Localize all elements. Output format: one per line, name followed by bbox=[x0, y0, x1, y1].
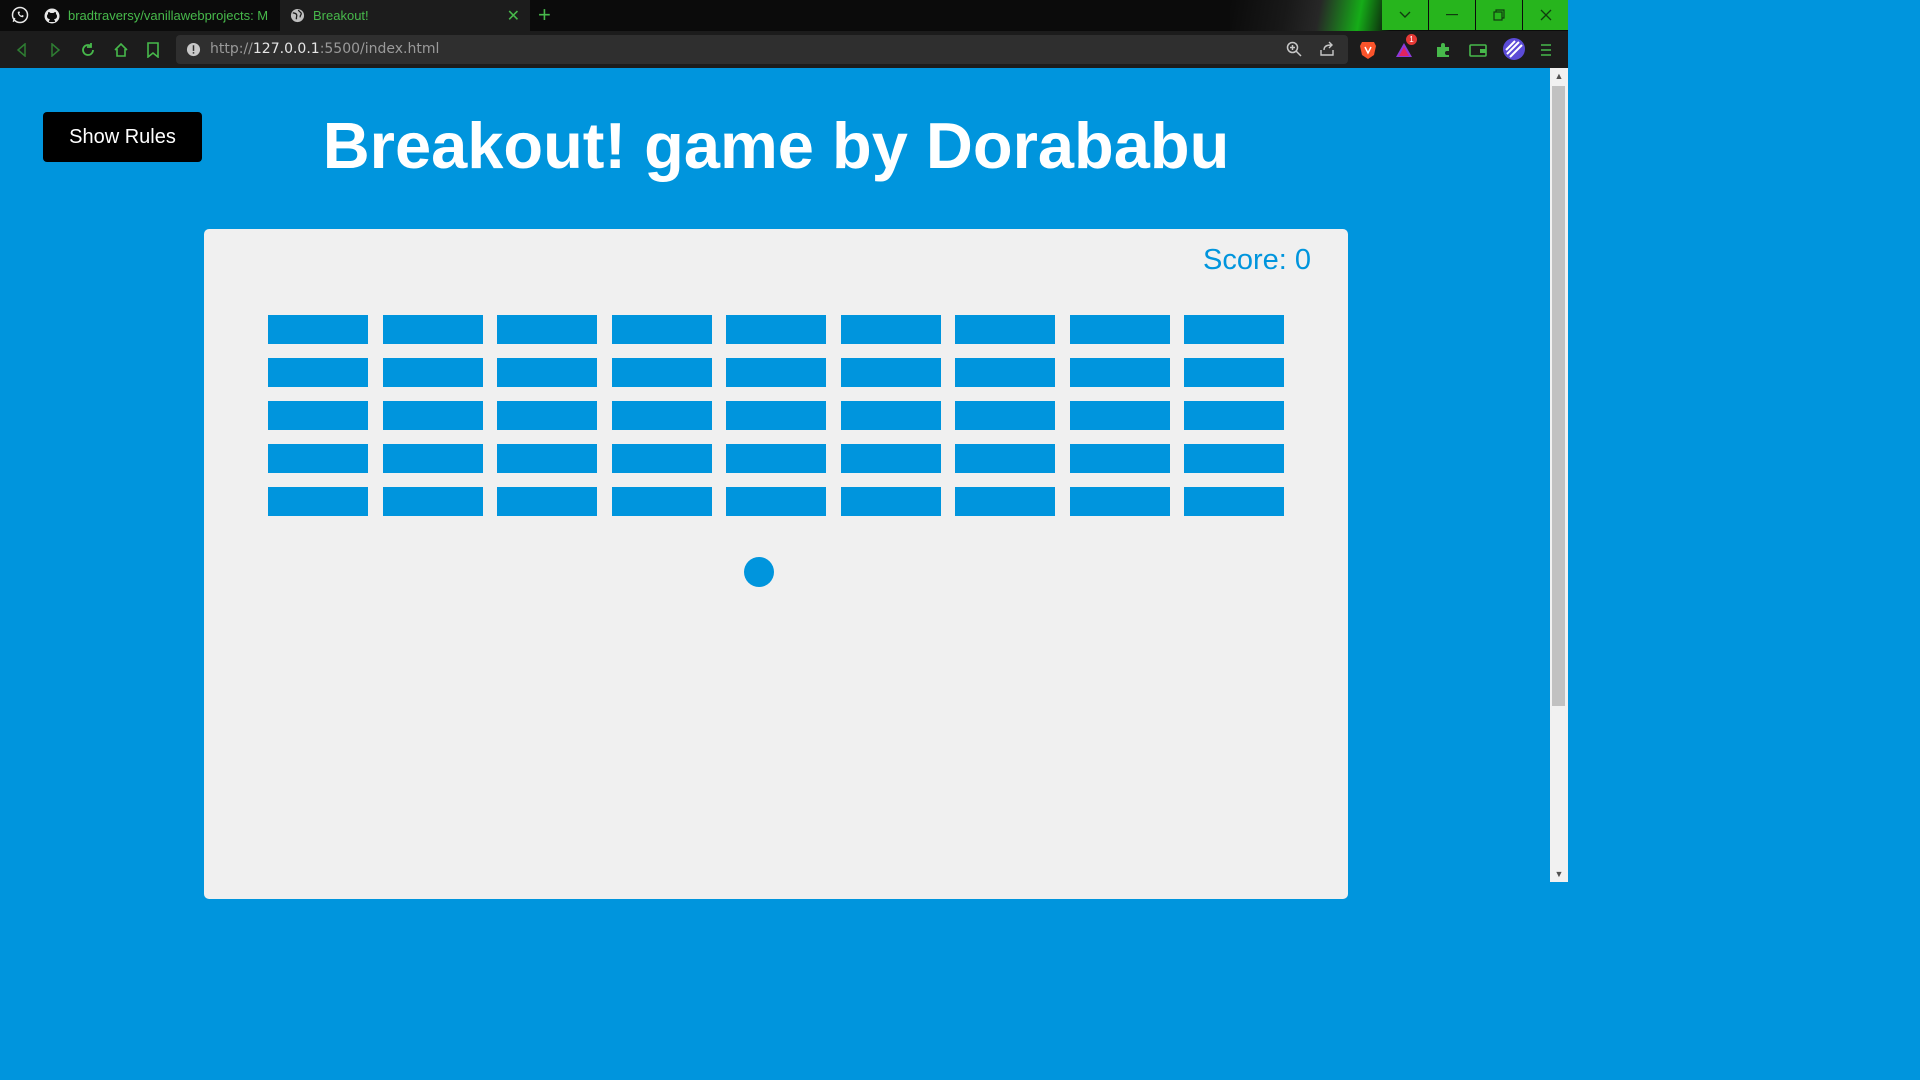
forward-icon[interactable] bbox=[45, 40, 65, 60]
info-icon[interactable] bbox=[186, 42, 201, 62]
brick bbox=[955, 401, 1055, 430]
brick bbox=[612, 401, 712, 430]
brick bbox=[1070, 358, 1170, 387]
profile-avatar[interactable] bbox=[1502, 37, 1526, 61]
share-icon[interactable] bbox=[1319, 41, 1335, 62]
brick bbox=[726, 315, 826, 344]
scroll-up-icon[interactable]: ▲ bbox=[1550, 68, 1568, 84]
tab-strip: bradtraversy/vanillawebprojects: Mini Br… bbox=[0, 0, 1568, 31]
brick bbox=[841, 487, 941, 516]
score-display: Score: 0 bbox=[1203, 244, 1311, 276]
menu-icon[interactable] bbox=[1536, 40, 1556, 60]
browser-toolbar: http://127.0.0.1:5500/index.html 1 bbox=[0, 31, 1568, 68]
tab-label: bradtraversy/vanillawebprojects: Mini bbox=[68, 8, 268, 23]
home-icon[interactable] bbox=[111, 40, 131, 60]
show-rules-button[interactable]: Show Rules bbox=[43, 112, 202, 162]
brick bbox=[383, 401, 483, 430]
brave-shields-icon[interactable] bbox=[1358, 40, 1378, 60]
page-scrollbar[interactable]: ▲ ▼ bbox=[1550, 68, 1568, 882]
zoom-icon[interactable] bbox=[1286, 41, 1302, 62]
brick bbox=[726, 358, 826, 387]
brick bbox=[1070, 315, 1170, 344]
whatsapp-icon[interactable] bbox=[10, 5, 30, 25]
brick bbox=[268, 444, 368, 473]
brick bbox=[1184, 315, 1284, 344]
brick bbox=[268, 401, 368, 430]
brick bbox=[841, 444, 941, 473]
brick bbox=[383, 487, 483, 516]
url-host: 127.0.0.1 bbox=[252, 41, 320, 57]
brick bbox=[1070, 444, 1170, 473]
brick bbox=[497, 487, 597, 516]
brick bbox=[1184, 444, 1284, 473]
tab-breakout[interactable]: Breakout! ✕ bbox=[280, 0, 530, 31]
scroll-down-icon[interactable]: ▼ bbox=[1550, 866, 1568, 882]
brick bbox=[497, 401, 597, 430]
window-glow bbox=[1230, 0, 1390, 31]
brick bbox=[612, 487, 712, 516]
brick bbox=[726, 444, 826, 473]
wallet-icon[interactable] bbox=[1468, 40, 1488, 60]
extensions-icon[interactable] bbox=[1433, 40, 1453, 60]
restore-button[interactable] bbox=[1476, 0, 1522, 30]
brick bbox=[955, 487, 1055, 516]
brick bbox=[726, 487, 826, 516]
brick bbox=[955, 315, 1055, 344]
page-title: Breakout! game by Dorababu bbox=[322, 109, 1230, 182]
brick bbox=[497, 444, 597, 473]
address-bar[interactable]: http://127.0.0.1:5500/index.html bbox=[176, 35, 1348, 64]
close-icon[interactable]: ✕ bbox=[507, 6, 520, 26]
brick bbox=[841, 401, 941, 430]
new-tab-button[interactable]: + bbox=[538, 3, 551, 27]
brick bbox=[1184, 487, 1284, 516]
brick bbox=[268, 358, 368, 387]
brick bbox=[383, 358, 483, 387]
brave-rewards-icon[interactable]: 1 bbox=[1394, 34, 1417, 60]
brick bbox=[612, 444, 712, 473]
tab-label: Breakout! bbox=[313, 8, 369, 23]
bookmark-icon[interactable] bbox=[143, 40, 163, 60]
brick bbox=[841, 358, 941, 387]
brick bbox=[1070, 487, 1170, 516]
brick bbox=[497, 315, 597, 344]
notification-badge: 1 bbox=[1406, 34, 1417, 45]
brick bbox=[383, 444, 483, 473]
brick bbox=[612, 315, 712, 344]
brick bbox=[383, 315, 483, 344]
minimize-button[interactable] bbox=[1429, 0, 1475, 30]
github-icon bbox=[44, 8, 60, 24]
brick bbox=[1070, 401, 1170, 430]
brick bbox=[726, 401, 826, 430]
ball bbox=[744, 557, 774, 587]
url-text: http://127.0.0.1:5500/index.html bbox=[210, 41, 439, 57]
scroll-thumb[interactable] bbox=[1552, 86, 1565, 706]
brick bbox=[841, 315, 941, 344]
url-path: :5500/index.html bbox=[319, 41, 440, 57]
brick bbox=[1184, 358, 1284, 387]
brick bbox=[955, 444, 1055, 473]
back-icon[interactable] bbox=[12, 40, 32, 60]
url-scheme: http:// bbox=[210, 41, 253, 57]
tab-search-button[interactable] bbox=[1382, 0, 1428, 30]
brick bbox=[955, 358, 1055, 387]
brick bbox=[612, 358, 712, 387]
close-window-button[interactable] bbox=[1523, 0, 1568, 30]
brick bbox=[268, 315, 368, 344]
brick bbox=[1184, 401, 1284, 430]
brick bbox=[268, 487, 368, 516]
brick bbox=[497, 358, 597, 387]
reload-icon[interactable] bbox=[78, 40, 98, 60]
game-canvas[interactable]: Score: 0 bbox=[204, 229, 1348, 899]
tab-github[interactable]: bradtraversy/vanillawebprojects: Mini bbox=[36, 0, 280, 31]
globe-icon bbox=[289, 8, 305, 24]
